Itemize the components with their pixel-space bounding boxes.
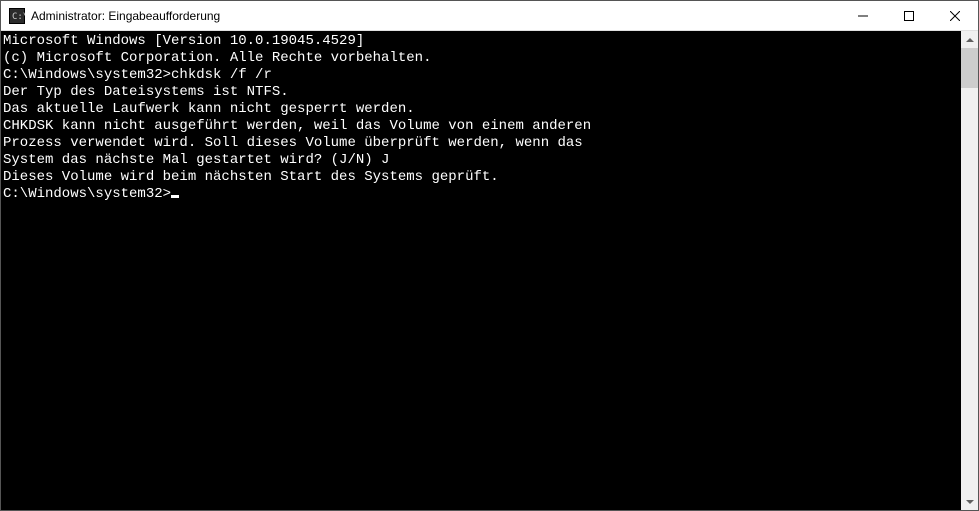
terminal-prompt-line[interactable]: C:\Windows\system32> (3, 186, 961, 203)
titlebar[interactable]: C:\ Administrator: Eingabeaufforderung (1, 1, 978, 31)
cmd-icon: C:\ (9, 8, 25, 24)
terminal-prompt: C:\Windows\system32> (3, 186, 171, 202)
scrollbar-thumb[interactable] (961, 48, 978, 88)
terminal-line: Das aktuelle Laufwerk kann nicht gesperr… (3, 101, 961, 118)
minimize-button[interactable] (840, 1, 886, 30)
vertical-scrollbar[interactable] (961, 31, 978, 510)
maximize-button[interactable] (886, 1, 932, 30)
terminal-line: Prozess verwendet wird. Soll dieses Volu… (3, 135, 961, 152)
terminal-line: System das nächste Mal gestartet wird? (… (3, 152, 961, 169)
scroll-down-arrow[interactable] (961, 493, 978, 510)
terminal-area: Microsoft Windows [Version 10.0.19045.45… (1, 31, 978, 510)
window-title: Administrator: Eingabeaufforderung (31, 9, 840, 23)
window-controls (840, 1, 978, 30)
terminal-line: (c) Microsoft Corporation. Alle Rechte v… (3, 50, 961, 67)
command-prompt-window: C:\ Administrator: Eingabeaufforderung M… (0, 0, 979, 511)
terminal-line: Microsoft Windows [Version 10.0.19045.45… (3, 33, 961, 50)
terminal-line: C:\Windows\system32>chkdsk /f /r (3, 67, 961, 84)
terminal-output[interactable]: Microsoft Windows [Version 10.0.19045.45… (1, 31, 961, 510)
scrollbar-track[interactable] (961, 48, 978, 493)
svg-text:C:\: C:\ (12, 12, 25, 22)
terminal-line: Dieses Volume wird beim nächsten Start d… (3, 169, 961, 186)
scroll-up-arrow[interactable] (961, 31, 978, 48)
terminal-line: CHKDSK kann nicht ausgeführt werden, wei… (3, 118, 961, 135)
terminal-cursor (171, 195, 179, 198)
close-button[interactable] (932, 1, 978, 30)
terminal-line: Der Typ des Dateisystems ist NTFS. (3, 84, 961, 101)
